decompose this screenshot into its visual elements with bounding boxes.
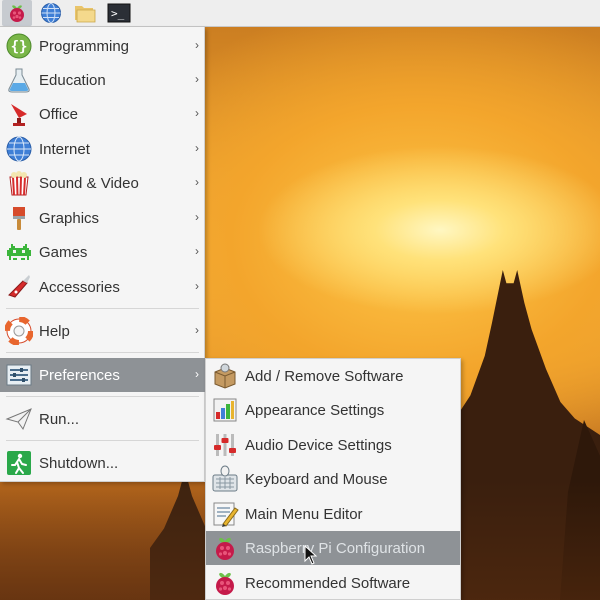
submenu-item-appearance-settings[interactable]: Appearance Settings <box>206 393 460 427</box>
menu-item-run[interactable]: Run... <box>0 402 205 436</box>
submenu-item-audio-device-settings[interactable]: Audio Device Settings <box>206 428 460 462</box>
menu-separator <box>6 396 199 397</box>
submenu-arrow-icon: › <box>195 244 199 258</box>
menu-item-label: Preferences <box>39 366 120 384</box>
svg-text:>_: >_ <box>111 7 125 20</box>
submenu-item-recommended-software[interactable]: Recommended Software <box>206 566 460 600</box>
submenu-item-label: Audio Device Settings <box>245 436 392 454</box>
submenu-arrow-icon: › <box>195 367 199 381</box>
file-manager-button[interactable] <box>70 0 100 26</box>
submenu-arrow-icon: › <box>195 106 199 120</box>
submenu-item-main-menu-editor[interactable]: Main Menu Editor <box>206 497 460 531</box>
menu-item-label: Shutdown... <box>39 454 119 472</box>
education-icon <box>8 68 30 93</box>
accessories-knife-icon <box>8 275 30 298</box>
internet-globe-icon <box>6 136 32 162</box>
shutdown-exit-icon <box>7 451 31 475</box>
office-icon <box>11 104 27 126</box>
menu-item-internet[interactable]: Internet › <box>0 132 205 166</box>
mouse-pointer-icon <box>304 545 318 565</box>
games-invader-icon <box>7 244 31 260</box>
run-paperplane-icon <box>5 408 32 431</box>
menu-item-label: Sound & Video <box>39 174 139 192</box>
submenu-item-label: Main Menu Editor <box>245 505 363 523</box>
menu-item-preferences[interactable]: Preferences › <box>0 358 205 392</box>
graphics-brush-icon <box>13 207 25 230</box>
submenu-item-label: Keyboard and Mouse <box>245 470 388 488</box>
submenu-item-label: Recommended Software <box>245 574 411 592</box>
menu-item-label: Internet <box>39 140 90 158</box>
programming-icon: {} <box>6 33 32 59</box>
menu-item-label: Games <box>39 243 88 261</box>
audio-device-icon <box>214 434 236 456</box>
menu-item-shutdown[interactable]: Shutdown... <box>0 446 205 480</box>
menu-item-programming[interactable]: {} Programming › <box>0 29 205 63</box>
menu-item-education[interactable]: Education › <box>0 63 205 97</box>
menu-item-label: Help <box>39 322 70 340</box>
menu-item-label: Programming <box>39 37 130 55</box>
submenu-item-label: Raspberry Pi Configuration <box>245 539 426 557</box>
menu-item-label: Office <box>39 105 78 123</box>
raspberry-recommended-icon <box>216 572 234 595</box>
menu-item-graphics[interactable]: Graphics › <box>0 201 205 235</box>
svg-text:{}: {} <box>11 39 28 55</box>
submenu-arrow-icon: › <box>195 210 199 224</box>
submenu-arrow-icon: › <box>195 175 199 189</box>
submenu-arrow-icon: › <box>195 72 199 86</box>
submenu-item-label: Add / Remove Software <box>245 367 404 385</box>
main-menu: {} Programming › Education › Office › In… <box>0 27 205 482</box>
submenu-arrow-icon: › <box>195 279 199 293</box>
menu-separator <box>6 440 199 441</box>
menu-item-label: Graphics <box>39 209 100 227</box>
keyboard-mouse-icon <box>212 465 238 492</box>
menu-item-label: Run... <box>39 410 80 428</box>
menu-item-sound-video[interactable]: Sound & Video › <box>0 166 205 200</box>
add-remove-software-icon <box>214 363 236 389</box>
globe-browser-icon <box>41 3 61 23</box>
preferences-icon <box>6 364 32 386</box>
submenu-item-add-remove-software[interactable]: Add / Remove Software <box>206 359 460 393</box>
menu-separator <box>6 352 199 353</box>
menu-separator <box>6 308 199 309</box>
menu-item-label: Education <box>39 71 106 89</box>
raspberry-config-icon <box>216 537 234 560</box>
preferences-submenu: Add / Remove Software Appearance Setting… <box>205 358 461 600</box>
submenu-item-label: Appearance Settings <box>245 401 385 419</box>
terminal-button[interactable]: >_ <box>104 0 134 26</box>
appearance-settings-icon <box>213 398 237 422</box>
sound-video-icon <box>9 171 29 196</box>
menu-item-office[interactable]: Office › <box>0 97 205 131</box>
menu-button[interactable] <box>2 0 32 26</box>
menu-item-games[interactable]: Games › <box>0 235 205 269</box>
terminal-icon: >_ <box>107 3 131 23</box>
menu-item-accessories[interactable]: Accessories › <box>0 270 205 304</box>
submenu-item-keyboard-mouse[interactable]: Keyboard and Mouse <box>206 462 460 496</box>
submenu-arrow-icon: › <box>195 38 199 52</box>
menu-item-help[interactable]: Help › <box>0 314 205 348</box>
taskbar: >_ <box>0 0 600 27</box>
submenu-arrow-icon: › <box>195 141 199 155</box>
raspberry-menu-icon <box>10 5 24 22</box>
submenu-arrow-icon: › <box>195 323 199 337</box>
help-lifebuoy-icon <box>5 317 33 345</box>
menu-item-label: Accessories <box>39 278 120 296</box>
browser-button[interactable] <box>36 0 66 26</box>
menu-editor-icon <box>213 502 239 527</box>
submenu-item-raspberry-pi-configuration[interactable]: Raspberry Pi Configuration <box>206 531 460 565</box>
folder-icon <box>75 6 96 23</box>
